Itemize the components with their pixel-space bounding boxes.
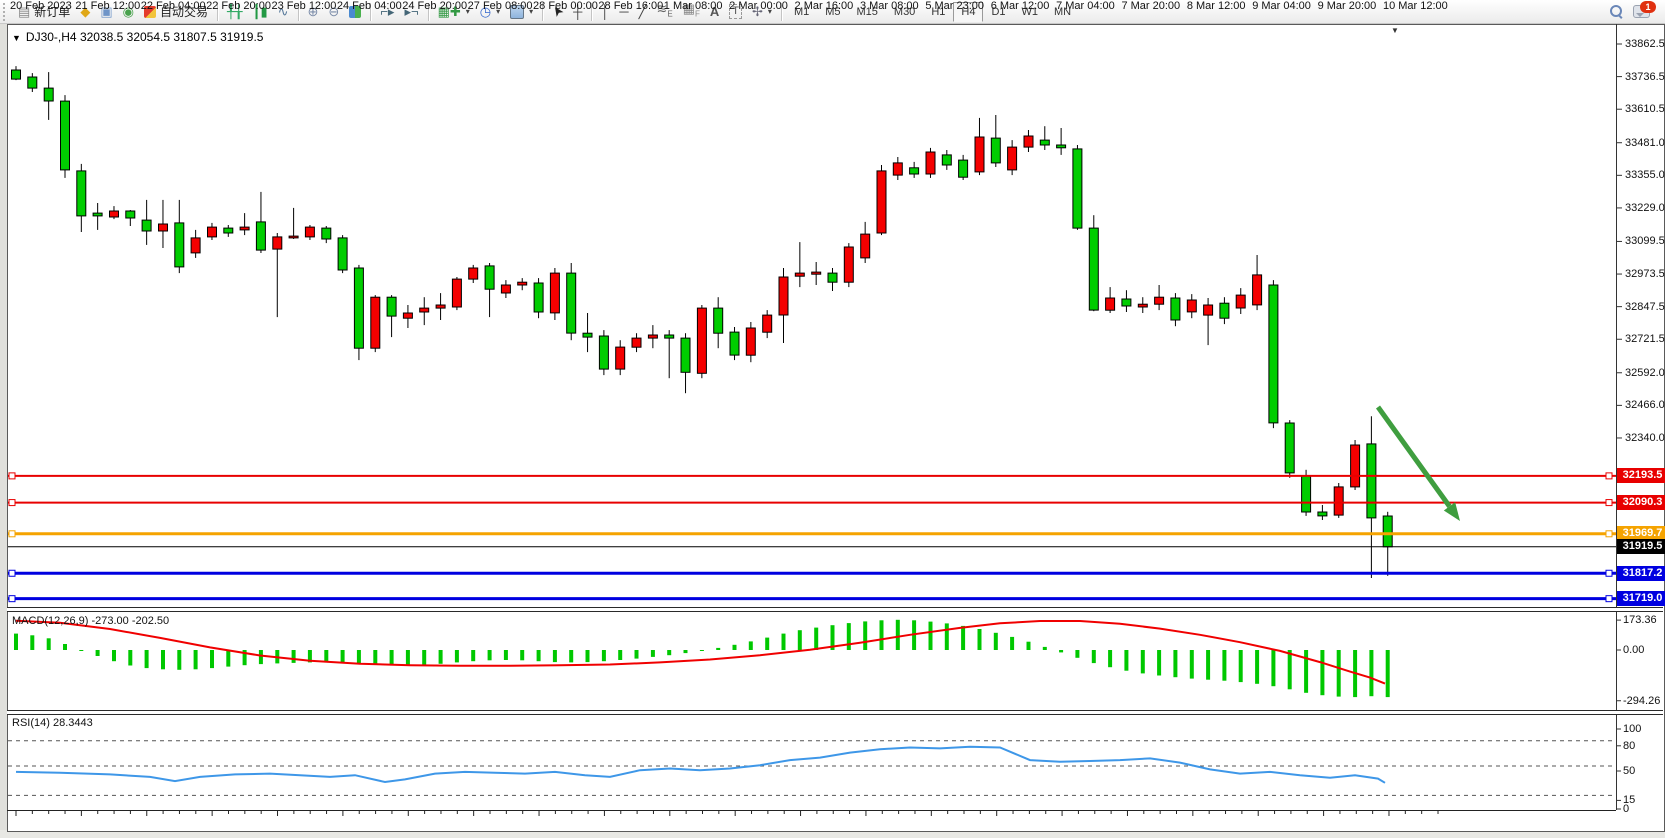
x-axis-label-18: 8 Mar 12:00: [1187, 0, 1246, 12]
y-axis-tick-label: 33610.5: [1625, 103, 1665, 115]
hline-handle[interactable]: [1606, 570, 1612, 576]
x-axis-label-10: 1 Mar 08:00: [664, 0, 723, 12]
rsi-scale-label: 80: [1623, 740, 1635, 752]
rsi-label: RSI(14) 28.3443: [12, 717, 93, 729]
price-badge-31719.0: 31719.0: [1617, 591, 1665, 606]
x-axis-label-3: 22 Feb 20:00: [206, 0, 271, 12]
price-badge-32090.3: 32090.3: [1617, 495, 1665, 510]
x-axis-label-21: 10 Mar 12:00: [1383, 0, 1448, 12]
y-axis-tick-label: 33099.5: [1625, 235, 1665, 247]
y-axis-tick-label: 33481.0: [1625, 137, 1665, 149]
hline-handle[interactable]: [9, 473, 15, 479]
hline-handle[interactable]: [9, 531, 15, 537]
y-axis-tick-label: 32973.5: [1625, 268, 1665, 280]
y-axis-tick-label: 32721.5: [1625, 333, 1665, 345]
macd-signal-line: [16, 621, 1385, 684]
hline-handle[interactable]: [1606, 531, 1612, 537]
x-axis-label-15: 6 Mar 12:00: [991, 0, 1050, 12]
price-badge-31919.5: 31919.5: [1617, 539, 1665, 554]
price-badge-31817.2: 31817.2: [1617, 566, 1665, 581]
x-axis-label-12: 2 Mar 16:00: [795, 0, 854, 12]
macd-splitter[interactable]: [7, 607, 1663, 612]
candlestick-series: [12, 66, 1393, 578]
x-axis-label-19: 9 Mar 04:00: [1252, 0, 1311, 12]
y-axis-tick-label: 32340.0: [1625, 432, 1665, 444]
hline-handle[interactable]: [1606, 596, 1612, 602]
y-axis-tick-label: 33736.5: [1625, 71, 1665, 83]
y-axis-tick-label: 32466.0: [1625, 399, 1665, 411]
hline-handle[interactable]: [9, 500, 15, 506]
y-axis-tick-label: 32847.5: [1625, 301, 1665, 313]
x-axis-label-6: 24 Feb 20:00: [402, 0, 467, 12]
y-axis-tick-label: 33229.0: [1625, 202, 1665, 214]
trading-app-window: { "toolbar": { "new_order_label": "新订单",…: [0, 0, 1665, 838]
x-axis-label-14: 5 Mar 23:00: [925, 0, 984, 12]
x-axis-label-9: 28 Feb 16:00: [598, 0, 663, 12]
price-axis-border: [1616, 24, 1617, 810]
macd-scale-label: 0.00: [1623, 644, 1644, 656]
auto-scroll-marker-icon[interactable]: ▼: [1391, 26, 1399, 35]
hline-handle[interactable]: [9, 570, 15, 576]
macd-label: MACD(12,26,9) -273.00 -202.50: [12, 615, 169, 627]
price-badge-32193.5: 32193.5: [1617, 468, 1665, 483]
x-axis-label-17: 7 Mar 20:00: [1121, 0, 1180, 12]
x-axis-label-16: 7 Mar 04:00: [1056, 0, 1115, 12]
rsi-scale-label: 0: [1623, 803, 1629, 815]
x-axis-label-8: 28 Feb 00:00: [533, 0, 598, 12]
x-axis-label-20: 9 Mar 20:00: [1318, 0, 1377, 12]
x-axis-label-7: 27 Feb 08:00: [468, 0, 533, 12]
y-axis-tick-label: 33862.5: [1625, 38, 1665, 50]
x-axis-label-5: 24 Feb 04:00: [337, 0, 402, 12]
x-axis-label-1: 21 Feb 12:00: [75, 0, 140, 12]
y-axis-tick-label: 32592.0: [1625, 367, 1665, 379]
chart-title: ▼DJ30-,H4 32038.5 32054.5 31807.5 31919.…: [12, 30, 263, 44]
x-axis-label-2: 22 Feb 04:00: [141, 0, 206, 12]
hline-handle[interactable]: [1606, 473, 1612, 479]
rsi-splitter[interactable]: [7, 710, 1663, 715]
x-axis-label-0: 20 Feb 2023: [10, 0, 72, 12]
hline-handle[interactable]: [1606, 500, 1612, 506]
x-axis-label-4: 23 Feb 12:00: [272, 0, 337, 12]
x-axis-label-13: 3 Mar 08:00: [860, 0, 919, 12]
macd-scale-label: 173.36: [1623, 614, 1657, 626]
rsi-scale-label: 100: [1623, 723, 1641, 735]
macd-scale-label: -294.26: [1623, 695, 1660, 707]
y-axis-tick-label: 33355.0: [1625, 169, 1665, 181]
chevron-down-icon: ▼: [12, 33, 21, 43]
hline-handle[interactable]: [9, 596, 15, 602]
x-axis-label-11: 2 Mar 00:00: [729, 0, 788, 12]
trend-arrow[interactable]: [1378, 407, 1449, 506]
rsi-scale-label: 50: [1623, 765, 1635, 777]
rsi-line: [16, 747, 1385, 783]
